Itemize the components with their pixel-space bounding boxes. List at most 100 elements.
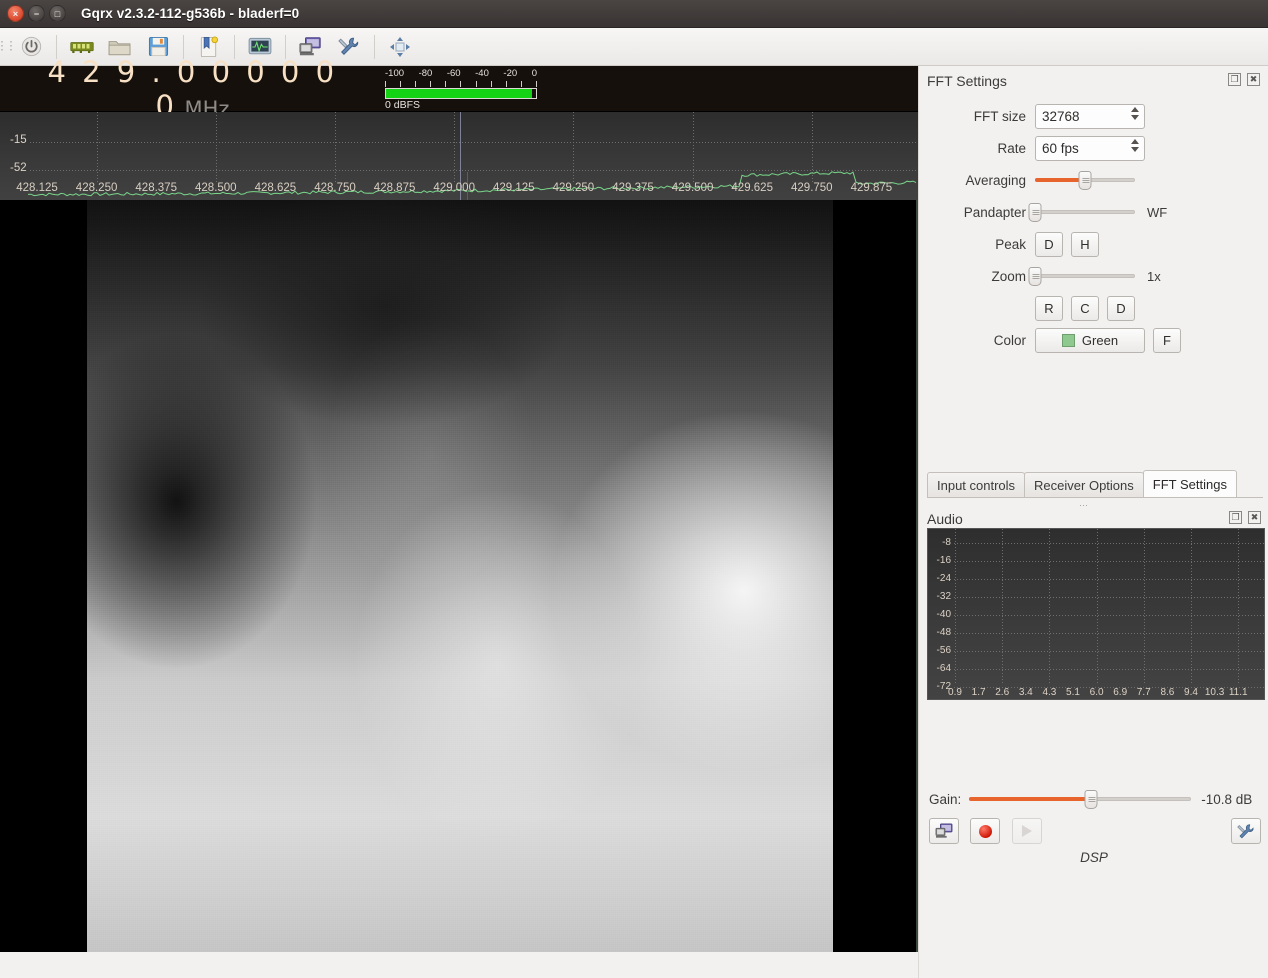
audio-grid-line: [955, 529, 956, 684]
close-icon[interactable]: ✖: [1247, 73, 1260, 86]
spectrum-x-tick-label: 428.625: [255, 182, 297, 194]
peak-row: Peak D H: [929, 228, 1256, 260]
audio-x-tick-label: 9.4: [1184, 687, 1198, 698]
maximize-icon: □: [55, 9, 60, 19]
right-dock: FFT Settings ❐ ✖ FFT size 32768 Rate 60 …: [918, 66, 1268, 978]
spinner-arrows[interactable]: [1131, 107, 1139, 120]
fft-settings-title: FFT Settings: [927, 73, 1007, 89]
zoom-slider[interactable]: [1035, 265, 1135, 287]
rate-row: Rate 60 fps: [929, 132, 1256, 164]
slider-knob[interactable]: [1085, 790, 1098, 809]
audio-x-tick-label: 3.4: [1019, 687, 1033, 698]
audio-grid-line: [954, 615, 1265, 616]
folder-icon: [108, 37, 132, 57]
audio-grid-line: [1191, 529, 1192, 684]
play-triangle-icon: [1022, 825, 1032, 837]
audio-x-tick-label: 4.3: [1042, 687, 1056, 698]
audio-gain-slider[interactable]: [969, 788, 1191, 810]
signal-meter-ticks: [385, 81, 537, 87]
zoom-row: Zoom 1x: [929, 260, 1256, 292]
zoom-value: 1x: [1147, 269, 1161, 284]
spectrum-x-tick-label: 429.625: [731, 182, 773, 194]
spectrum-x-tick-label: 429.375: [612, 182, 654, 194]
chevron-down-icon[interactable]: [1131, 115, 1139, 120]
audio-record-button[interactable]: [970, 818, 1000, 844]
dsp-label: DSP: [919, 850, 1268, 865]
waveform-monitor-icon: [248, 37, 272, 57]
window-close-button[interactable]: ×: [7, 5, 24, 22]
audio-y-tick-label: -16: [937, 555, 951, 566]
audio-network-button[interactable]: [929, 818, 959, 844]
audio-y-tick-label: -48: [937, 627, 951, 638]
waterfall-image: [87, 200, 833, 952]
color-select-button[interactable]: Green: [1035, 328, 1145, 353]
spectrum-x-tick-label: 429.125: [493, 182, 535, 194]
audio-panel-header-icons: ❐ ✖: [1229, 511, 1261, 524]
signal-meter-fill: [386, 89, 532, 98]
slider-knob[interactable]: [1079, 171, 1092, 190]
close-icon[interactable]: ✖: [1248, 511, 1261, 524]
window-minimize-button[interactable]: −: [28, 5, 45, 22]
audio-grid-line: [954, 669, 1265, 670]
slider-knob[interactable]: [1029, 203, 1042, 222]
pandapter-slider[interactable]: [1035, 201, 1135, 223]
float-window-icon[interactable]: ❐: [1229, 511, 1242, 524]
spectrum-x-tick-label: 428.250: [76, 182, 118, 194]
audio-gain-label: Gain:: [929, 792, 961, 807]
audio-x-tick-label: 0.9: [948, 687, 962, 698]
chevron-up-icon[interactable]: [1131, 139, 1139, 144]
peak-hold-button[interactable]: H: [1071, 232, 1099, 257]
color-label: Color: [929, 333, 1035, 348]
audio-x-tick-label: 1.7: [972, 687, 986, 698]
audio-config-button[interactable]: [1231, 818, 1261, 844]
audio-grid-line: [1097, 529, 1098, 684]
expand-arrows-icon: [389, 36, 411, 58]
spectrum-x-tick-label: 429.750: [791, 182, 833, 194]
audio-y-tick-label: -24: [937, 573, 951, 584]
audio-grid-line: [954, 597, 1265, 598]
rf-spectrum-plot[interactable]: -15 -52 428.125428.250428.375428.500428.…: [0, 112, 918, 200]
averaging-slider[interactable]: [1035, 169, 1135, 191]
window-title: Gqrx v2.3.2-112-g536b - bladerf=0: [81, 6, 299, 21]
audio-x-tick-label: 7.7: [1137, 687, 1151, 698]
spectrum-x-tick-label: 429.500: [672, 182, 714, 194]
signal-meter-label: 0 dBFS: [385, 99, 420, 111]
minimize-icon: −: [34, 9, 39, 19]
chevron-up-icon[interactable]: [1131, 107, 1139, 112]
tab-fft-settings[interactable]: FFT Settings: [1143, 470, 1237, 498]
waterfall-display[interactable]: [0, 200, 918, 952]
range-center-button[interactable]: C: [1071, 296, 1099, 321]
fft-size-spinbox[interactable]: 32768: [1035, 104, 1145, 129]
tab-receiver-options[interactable]: Receiver Options: [1024, 472, 1144, 498]
network-stream-icon: [935, 823, 953, 839]
slider-track: [1035, 210, 1135, 214]
slider-track: [1035, 274, 1135, 278]
pandapter-label: Pandapter: [929, 205, 1035, 220]
tab-input-controls[interactable]: Input controls: [927, 472, 1025, 498]
audio-spectrum-plot[interactable]: -8-16-24-32-40-48-56-64-72 0.91.72.63.44…: [927, 528, 1265, 700]
range-reset-button[interactable]: R: [1035, 296, 1063, 321]
fullscreen-button[interactable]: [383, 32, 417, 62]
peak-detect-button[interactable]: D: [1035, 232, 1063, 257]
window-maximize-button[interactable]: □: [49, 5, 66, 22]
dock-tabs: Input controls Receiver Options FFT Sett…: [927, 470, 1263, 498]
fill-toggle-button[interactable]: F: [1153, 328, 1181, 353]
slider-fill: [969, 797, 1091, 801]
spectrum-x-tick-label: 428.500: [195, 182, 237, 194]
spinner-arrows[interactable]: [1131, 139, 1139, 152]
fft-settings-header: FFT Settings ❐ ✖: [919, 66, 1268, 96]
audio-grid-line: [1049, 529, 1050, 684]
audio-x-tick-label: 2.6: [995, 687, 1009, 698]
signal-meter-bar: [385, 88, 537, 99]
float-window-icon[interactable]: ❐: [1228, 73, 1241, 86]
slider-knob[interactable]: [1029, 267, 1042, 286]
audio-grid-line: [1002, 529, 1003, 684]
fft-settings-form: FFT size 32768 Rate 60 fps Averaging: [919, 96, 1268, 356]
audio-y-tick-label: -40: [937, 609, 951, 620]
audio-play-button: [1012, 818, 1042, 844]
tools-icon: [1237, 823, 1255, 840]
range-demod-button[interactable]: D: [1107, 296, 1135, 321]
fft-size-value: 32768: [1042, 109, 1080, 124]
chevron-down-icon[interactable]: [1131, 147, 1139, 152]
rate-spinbox[interactable]: 60 fps: [1035, 136, 1145, 161]
